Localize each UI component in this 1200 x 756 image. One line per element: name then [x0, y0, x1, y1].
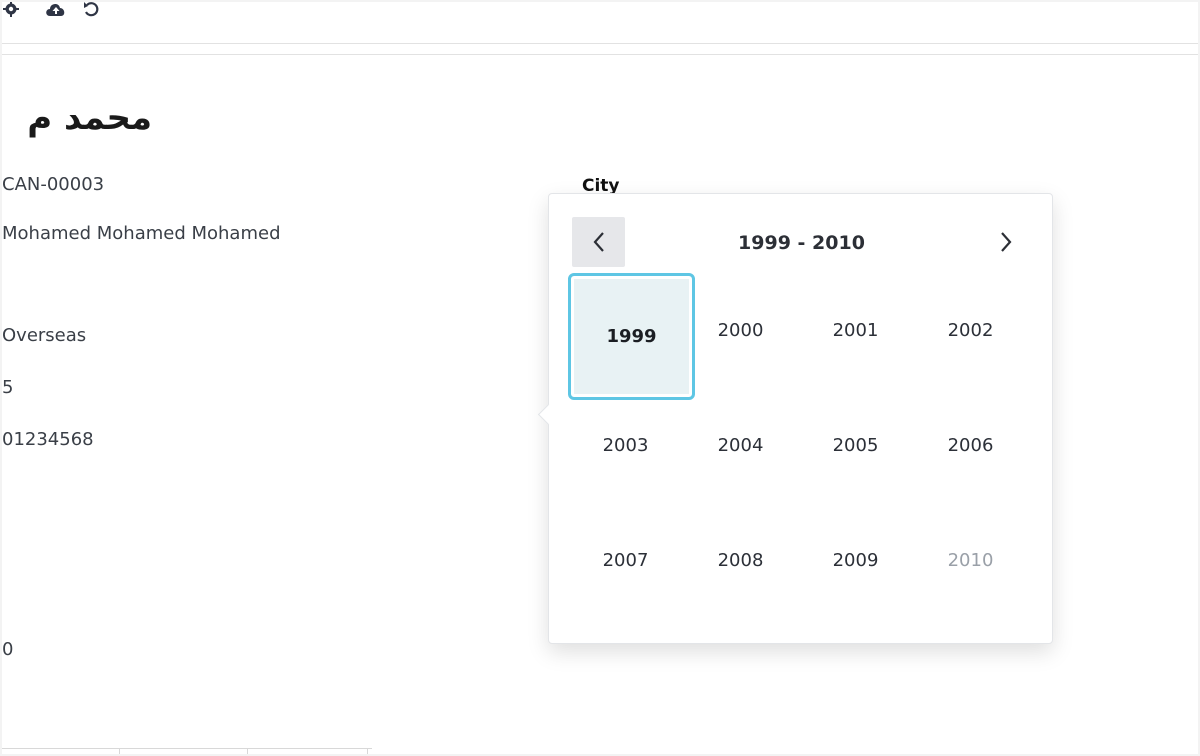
next-decade-button[interactable] [979, 217, 1032, 267]
year-cell-1999[interactable]: 1999 [568, 273, 695, 400]
year-cell-2004[interactable]: 2004 [683, 388, 798, 503]
year-label: 2003 [602, 435, 649, 456]
year-cell-2010[interactable]: 2010 [913, 503, 1028, 618]
toolbar-divider [2, 44, 1198, 55]
gear-icon[interactable] [2, 2, 20, 20]
tab-divider [119, 749, 120, 754]
chevron-right-icon [1000, 232, 1011, 252]
tab-divider [367, 749, 368, 754]
decade-range-title[interactable]: 1999 - 2010 [679, 228, 924, 258]
year-label: 2002 [947, 320, 994, 341]
record-id-value: CAN-00003 [2, 174, 105, 195]
year-label: 2006 [947, 435, 994, 456]
numeric-field-value: 5 [2, 377, 14, 398]
year-label: 2001 [832, 320, 879, 341]
popup-pointer [537, 403, 560, 426]
previous-decade-button[interactable] [572, 217, 625, 267]
year-label: 2004 [717, 435, 764, 456]
year-cell-2001[interactable]: 2001 [798, 273, 913, 388]
year-label: 2005 [832, 435, 879, 456]
year-cell-2000[interactable]: 2000 [683, 273, 798, 388]
year-picker-popup: 1999 - 2010 1999 2000 2001 2002 2003 200… [537, 193, 1053, 644]
region-value: Overseas [2, 325, 87, 346]
toolbar [2, 2, 1198, 44]
year-label: 2010 [947, 550, 994, 571]
year-label: 2009 [832, 550, 879, 571]
chevron-left-icon [593, 232, 604, 252]
undo-icon[interactable] [82, 2, 102, 20]
year-cell-2009[interactable]: 2009 [798, 503, 913, 618]
year-label: 2007 [602, 550, 649, 571]
cloud-upload-icon[interactable] [44, 2, 68, 20]
tab-divider [247, 749, 248, 754]
year-label: 2008 [717, 550, 764, 571]
year-cell-2007[interactable]: 2007 [568, 503, 683, 618]
full-name-value: Mohamed Mohamed Mohamed [2, 223, 281, 244]
year-cell-2006[interactable]: 2006 [913, 388, 1028, 503]
year-label: 1999 [606, 326, 657, 347]
count-field-value: 0 [2, 639, 14, 660]
year-cell-2002[interactable]: 2002 [913, 273, 1028, 388]
app-window: محمد م CAN-00003 Mohamed Mohamed Mohamed… [2, 2, 1198, 754]
phone-value: 01234568 [2, 429, 94, 450]
bottom-tab-strip [2, 748, 372, 754]
year-cell-2005[interactable]: 2005 [798, 388, 913, 503]
year-cell-2003[interactable]: 2003 [568, 388, 683, 503]
record-title: محمد م [27, 98, 152, 138]
year-grid: 1999 2000 2001 2002 2003 2004 2005 2006 … [568, 273, 1028, 617]
year-label: 2000 [717, 320, 764, 341]
year-cell-2008[interactable]: 2008 [683, 503, 798, 618]
